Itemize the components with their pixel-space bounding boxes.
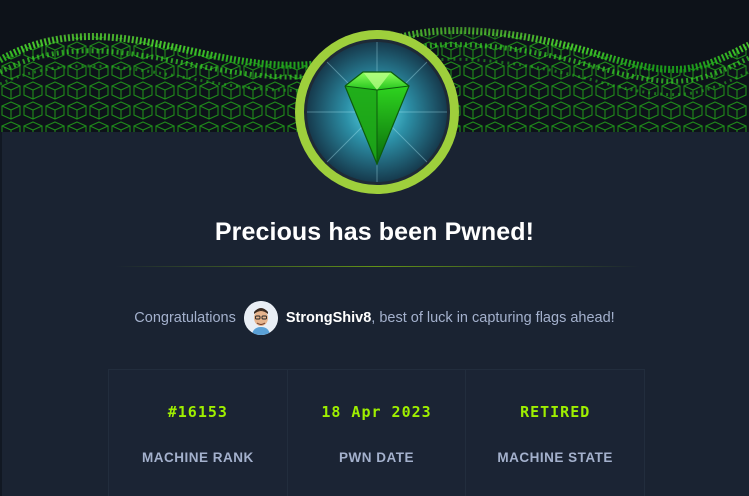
stat-value: 18 Apr 2023 bbox=[321, 403, 432, 421]
stat-label: MACHINE STATE bbox=[497, 450, 613, 465]
page-title: Precious has been Pwned! bbox=[214, 218, 535, 246]
title-divider bbox=[115, 266, 640, 267]
stat-value: #16153 bbox=[167, 403, 228, 421]
username-link[interactable]: StrongShiv8 bbox=[286, 310, 371, 326]
stat-machine-state: RETIRED MACHINE STATE bbox=[466, 370, 645, 496]
stat-label: PWN DATE bbox=[339, 450, 414, 465]
memoji-avatar-icon bbox=[243, 301, 278, 335]
user-avatar[interactable] bbox=[243, 301, 278, 335]
stat-label: MACHINE RANK bbox=[141, 450, 254, 465]
green-gem-icon bbox=[295, 30, 459, 194]
stat-pwn-date: 18 Apr 2023 PWN DATE bbox=[287, 370, 467, 496]
stat-machine-rank: #16153 MACHINE RANK bbox=[109, 370, 288, 496]
stat-value: RETIRED bbox=[520, 403, 591, 421]
stats-row: #16153 MACHINE RANK 18 Apr 2023 PWN DATE… bbox=[108, 369, 645, 496]
congrats-trailer: , best of luck in capturing flags ahead! bbox=[371, 310, 615, 326]
congrats-lead: Congratulations bbox=[134, 310, 236, 326]
congrats-line: Congratulations StrongShiv8 , best of lu… bbox=[0, 300, 749, 336]
machine-badge bbox=[293, 28, 461, 196]
